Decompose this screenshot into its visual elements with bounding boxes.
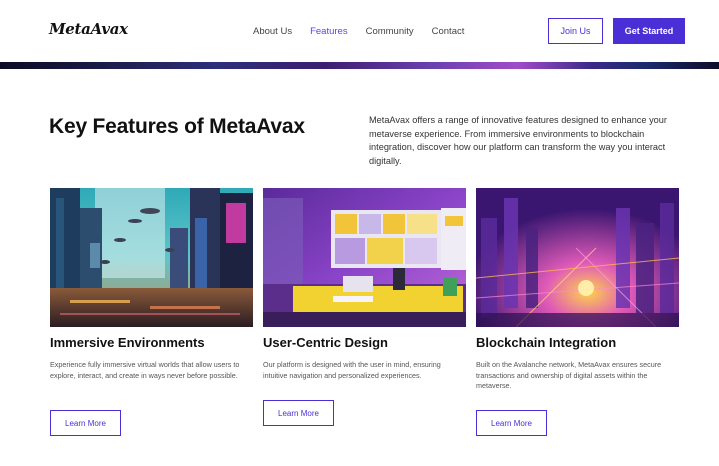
learn-more-button[interactable]: Learn More [50,410,121,436]
learn-more-button[interactable]: Learn More [263,400,334,426]
user-centric-design-image [263,188,466,327]
nav-link-contact[interactable]: Contact [432,26,465,37]
card-description: Built on the Avalanche network, MetaAvax… [476,360,662,390]
immersive-environments-image [50,188,253,327]
feature-card-immersive: Immersive Environments Experience fully … [50,188,253,436]
section-title: Key Features of MetaAvax [49,115,305,138]
card-title: Immersive Environments [50,335,205,350]
feature-card-blockchain: Blockchain Integration Built on the Aval… [476,188,679,436]
learn-more-button[interactable]: Learn More [476,410,547,436]
hero-banner-strip [0,62,719,69]
section-intro: MetaAvax offers a range of innovative fe… [369,115,667,166]
nav-link-features[interactable]: Features [310,26,348,37]
card-title: User-Centric Design [263,335,388,350]
nav-links: About Us Features Community Contact [253,26,482,37]
top-navbar: MetaAvax About Us Features Community Con… [0,0,719,62]
blockchain-integration-image [476,188,679,327]
join-us-button[interactable]: Join Us [548,18,603,44]
card-title: Blockchain Integration [476,335,617,350]
card-description: Experience fully immersive virtual world… [50,360,240,380]
nav-link-about[interactable]: About Us [253,26,292,37]
logo[interactable]: MetaAvax [49,20,128,38]
get-started-button[interactable]: Get Started [613,18,685,44]
nav-link-community[interactable]: Community [366,26,414,37]
card-description: Our platform is designed with the user i… [263,360,441,380]
feature-card-user-centric: User-Centric Design Our platform is desi… [263,188,466,426]
